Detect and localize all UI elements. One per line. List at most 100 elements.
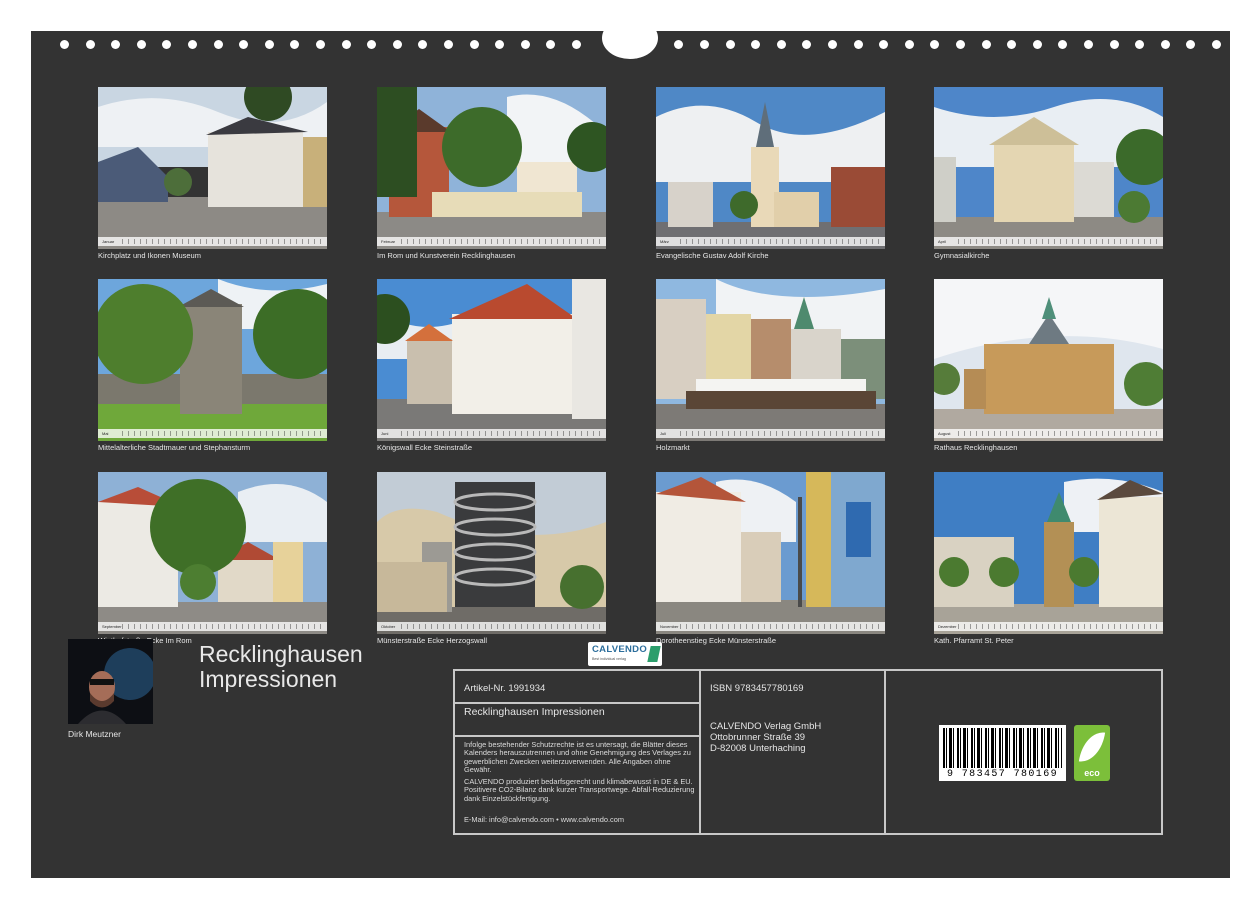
month-strip: April bbox=[934, 237, 1163, 246]
binding-hole bbox=[802, 40, 811, 49]
month-label: Januar bbox=[102, 239, 115, 244]
product-name: Recklinghausen Impressionen bbox=[464, 706, 605, 718]
photo-holzmarkt bbox=[656, 279, 885, 441]
binding-hole bbox=[1084, 40, 1093, 49]
binding-hole bbox=[418, 40, 427, 49]
photo-caption: Königswall Ecke Steinstraße bbox=[377, 443, 473, 452]
month-label: April bbox=[938, 239, 947, 244]
binding-hole bbox=[982, 40, 991, 49]
photo-im-rom bbox=[377, 87, 606, 249]
binding-hole bbox=[162, 40, 171, 49]
isbn-barcode: 9 783457 780169 bbox=[939, 725, 1066, 781]
photo-muensterstrasse bbox=[377, 472, 606, 634]
barcode-bars bbox=[943, 728, 1062, 768]
author-name: Dirk Meutzner bbox=[68, 729, 121, 739]
photo-gymnasialkirche bbox=[934, 87, 1163, 249]
photo-caption: Gymnasialkirche bbox=[934, 251, 990, 260]
month-strip: November bbox=[656, 622, 885, 631]
month-label: März bbox=[660, 239, 669, 244]
publisher-street: Ottobrunner Straße 39 bbox=[710, 732, 806, 743]
photo-stadtmauer bbox=[98, 279, 327, 441]
photo-st-peter bbox=[934, 472, 1163, 634]
binding-hole bbox=[1033, 40, 1042, 49]
month-strip: September bbox=[98, 622, 327, 631]
photo-wiethofstrasse bbox=[98, 472, 327, 634]
binding-hole bbox=[316, 40, 325, 49]
photo-caption: Kath. Pfarramt St. Peter bbox=[934, 636, 1014, 645]
binding-hole bbox=[265, 40, 274, 49]
binding-hole bbox=[1058, 40, 1067, 49]
binding-hole bbox=[1007, 40, 1016, 49]
month-strip: Februar bbox=[377, 237, 606, 246]
publisher-address: CALVENDO Verlag GmbH Ottobrunner Straße … bbox=[710, 721, 821, 754]
month-label: Dezember bbox=[938, 624, 957, 629]
month-label: August bbox=[938, 431, 951, 436]
month-label: Juli bbox=[660, 431, 667, 436]
publisher-city: D-82008 Unterhaching bbox=[710, 743, 806, 754]
binding-hole bbox=[674, 40, 683, 49]
binding-hole bbox=[367, 40, 376, 49]
binding-hole bbox=[239, 40, 248, 49]
binding-hole bbox=[1212, 40, 1221, 49]
month-strip: Oktober bbox=[377, 622, 606, 631]
publisher-name: CALVENDO Verlag GmbH bbox=[710, 721, 822, 732]
binding-hole bbox=[1161, 40, 1170, 49]
binding-hole bbox=[342, 40, 351, 49]
binding-hole bbox=[726, 40, 735, 49]
binding-hole bbox=[777, 40, 786, 49]
calvendo-logo: CALVENDO Best individual verlag bbox=[588, 642, 662, 666]
binding-hole bbox=[930, 40, 939, 49]
photo-kirchplatz bbox=[98, 87, 327, 249]
month-label: Februar bbox=[381, 239, 396, 244]
title-line-1: Recklinghausen bbox=[199, 641, 363, 667]
month-label: Juni bbox=[381, 431, 389, 436]
photo-gustav-adolf-kirche bbox=[656, 87, 885, 249]
photo-caption: Rathaus Recklinghausen bbox=[934, 443, 1018, 452]
photo-dorotheenstieg bbox=[656, 472, 885, 634]
binding-hole bbox=[86, 40, 95, 49]
binding-hole bbox=[854, 40, 863, 49]
binding-hole bbox=[1186, 40, 1195, 49]
month-strip: Dezember bbox=[934, 622, 1163, 631]
isbn: ISBN 9783457780169 bbox=[710, 683, 804, 694]
binding-hole bbox=[60, 40, 69, 49]
binding-hole bbox=[905, 40, 914, 49]
calendar-title: Recklinghausen Impressionen bbox=[199, 642, 363, 692]
month-strip: August bbox=[934, 429, 1163, 438]
eco-label: eco bbox=[1084, 768, 1100, 778]
binding-hole bbox=[700, 40, 709, 49]
binding-hole bbox=[956, 40, 965, 49]
photo-caption: Evangelische Gustav Adolf Kirche bbox=[656, 251, 769, 260]
leaf-icon bbox=[1078, 729, 1106, 765]
binding-hole bbox=[470, 40, 479, 49]
binding-hole bbox=[828, 40, 837, 49]
binding-hole bbox=[546, 40, 555, 49]
divider bbox=[699, 669, 701, 835]
binding-hole bbox=[521, 40, 530, 49]
binding-hole bbox=[879, 40, 888, 49]
binding-hole bbox=[444, 40, 453, 49]
author-portrait bbox=[68, 639, 153, 724]
month-strip: Juni bbox=[377, 429, 606, 438]
photo-koenigswall bbox=[377, 279, 606, 441]
month-strip: Januar bbox=[98, 237, 327, 246]
binding-hole bbox=[572, 40, 581, 49]
binding-hole bbox=[290, 40, 299, 49]
binding-hole bbox=[393, 40, 402, 49]
binding-hole bbox=[111, 40, 120, 49]
photo-caption: Mittelalterliche Stadtmauer und Stephans… bbox=[98, 443, 251, 452]
binding-hole bbox=[137, 40, 146, 49]
logo-tagline: Best individual verlag bbox=[592, 657, 626, 661]
production-notice: CALVENDO produziert bedarfsgerecht und k… bbox=[464, 777, 695, 803]
binding-hole bbox=[495, 40, 504, 49]
title-line-2: Impressionen bbox=[199, 666, 338, 692]
barcode-number: 9 783457 780169 bbox=[946, 769, 1058, 780]
eco-badge: eco bbox=[1074, 725, 1110, 781]
photo-caption: Holzmarkt bbox=[656, 443, 690, 452]
month-strip: März bbox=[656, 237, 885, 246]
legal-notice: Infolge bestehender Schutzrechte ist es … bbox=[464, 740, 691, 775]
photo-caption: Kirchplatz und Ikonen Museum bbox=[98, 251, 201, 260]
logo-mark-icon bbox=[647, 646, 661, 662]
month-label: Mai bbox=[102, 431, 109, 436]
binding-hole bbox=[1135, 40, 1144, 49]
